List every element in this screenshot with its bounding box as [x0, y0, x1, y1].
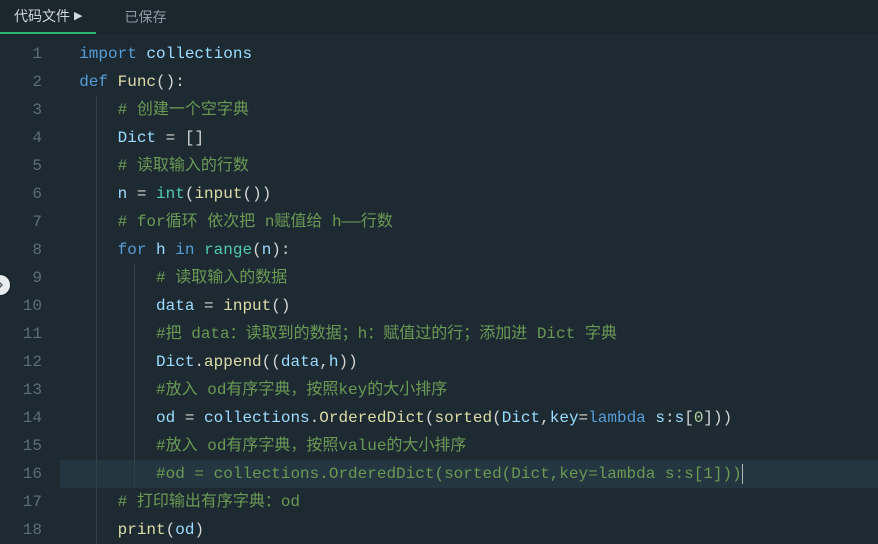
chevron-right-icon — [0, 280, 5, 290]
code-line[interactable]: # 创建一个空字典 — [60, 96, 878, 124]
code-line[interactable]: Dict = [] — [60, 124, 878, 152]
module-name: collections — [146, 45, 252, 63]
text-cursor — [742, 464, 743, 484]
code-line[interactable]: #放入 od有序字典，按照key的大小排序 — [60, 376, 878, 404]
line-number: 18 — [0, 516, 42, 544]
tab-label: 代码文件 — [14, 6, 70, 26]
code-line[interactable]: # 打印输出有序字典：od — [60, 488, 878, 516]
keyword-def: def — [79, 73, 108, 91]
comment: # 读取输入的行数 — [118, 157, 249, 175]
line-number: 16 — [0, 460, 42, 488]
comment: # 打印输出有序字典：od — [118, 493, 300, 511]
comment: #od = collections.OrderedDict(sorted(Dic… — [156, 465, 742, 483]
code-line[interactable]: n = int(input()) — [60, 180, 878, 208]
line-number: 14 — [0, 404, 42, 432]
line-number: 6 — [0, 180, 42, 208]
comment: # for循环 依次把 n赋值给 h——行数 — [118, 213, 393, 231]
code-line[interactable]: import collections — [60, 40, 878, 68]
func-name: Func — [118, 73, 156, 91]
code-line[interactable]: od = collections.OrderedDict(sorted(Dict… — [60, 404, 878, 432]
line-number: 4 — [0, 124, 42, 152]
line-number: 7 — [0, 208, 42, 236]
line-number: 12 — [0, 348, 42, 376]
code-line-active[interactable]: #od = collections.OrderedDict(sorted(Dic… — [60, 460, 878, 488]
code-line[interactable]: def Func(): — [60, 68, 878, 96]
line-number: 2 — [0, 68, 42, 96]
line-number: 11 — [0, 320, 42, 348]
comment: # 创建一个空字典 — [118, 101, 249, 119]
code-line[interactable]: # 读取输入的行数 — [60, 152, 878, 180]
line-number: 3 — [0, 96, 42, 124]
code-line[interactable]: print(od) — [60, 516, 878, 544]
code-line[interactable]: #把 data：读取到的数据；h：赋值过的行；添加进 Dict 字典 — [60, 320, 878, 348]
comment: #放入 od有序字典，按照key的大小排序 — [156, 381, 447, 399]
line-number: 13 — [0, 376, 42, 404]
code-line[interactable]: # 读取输入的数据 — [60, 264, 878, 292]
line-number: 1 — [0, 40, 42, 68]
comment: # 读取输入的数据 — [156, 269, 287, 287]
code-line[interactable]: data = input() — [60, 292, 878, 320]
code-editor[interactable]: 1 2 3 4 5 6 7 8 9 10 11 12 13 14 15 16 1… — [0, 34, 878, 536]
tab-code-file[interactable]: 代码文件 ▶ — [0, 0, 96, 34]
line-number: 10 — [0, 292, 42, 320]
saved-status: 已保存 — [124, 7, 166, 27]
comment: #放入 od有序字典，按照value的大小排序 — [156, 437, 466, 455]
code-line[interactable]: # for循环 依次把 n赋值给 h——行数 — [60, 208, 878, 236]
line-number: 17 — [0, 488, 42, 516]
code-line[interactable]: #放入 od有序字典，按照value的大小排序 — [60, 432, 878, 460]
line-number: 5 — [0, 152, 42, 180]
line-number: 15 — [0, 432, 42, 460]
line-number: 8 — [0, 236, 42, 264]
play-icon: ▶ — [74, 9, 82, 23]
code-area[interactable]: import collections def Func(): # 创建一个空字典… — [60, 34, 878, 536]
code-line[interactable]: Dict.append((data,h)) — [60, 348, 878, 376]
comment: #把 data：读取到的数据；h：赋值过的行；添加进 Dict 字典 — [156, 325, 617, 343]
code-line[interactable]: for h in range(n): — [60, 236, 878, 264]
tab-bar: 代码文件 ▶ 已保存 — [0, 0, 878, 34]
keyword-import: import — [79, 45, 137, 63]
